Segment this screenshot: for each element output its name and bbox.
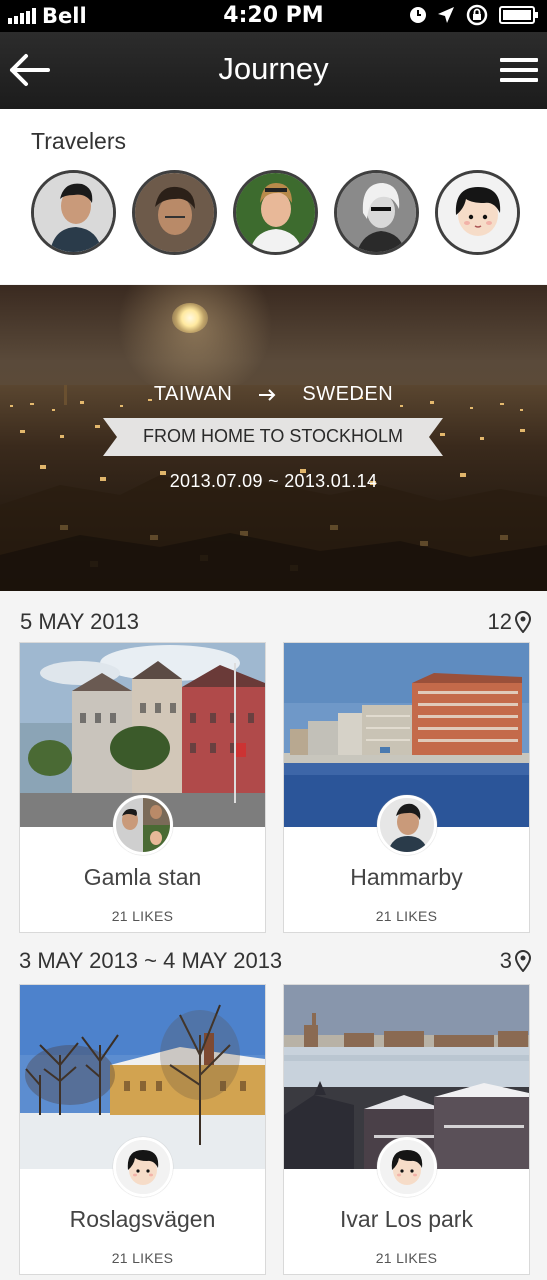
place-card[interactable]: Gamla stan 21 LIKES [19, 642, 266, 933]
travelers-section: Travelers [0, 109, 547, 284]
section-date: 5 MAY 2013 [20, 609, 140, 634]
section-date: 3 MAY 2013 ~ 4 MAY 2013 [19, 948, 283, 973]
contributor-avatar[interactable] [113, 1137, 173, 1197]
traveler-avatar-3[interactable] [233, 170, 318, 255]
traveler-avatar-2[interactable] [132, 170, 217, 255]
battery-icon [499, 6, 538, 24]
place-name: Roslagsvägen [69, 1206, 216, 1232]
map-pin-icon [515, 611, 531, 633]
plane-icon [259, 388, 276, 401]
contributor-avatar[interactable] [377, 795, 437, 855]
person-photo-icon [34, 173, 113, 252]
person-photo-icon [380, 798, 434, 852]
traveler-avatar-4[interactable] [334, 170, 419, 255]
place-count-value: 12 [487, 609, 512, 634]
contributor-avatar[interactable] [377, 1137, 437, 1197]
place-card[interactable]: Roslagsvägen 21 LIKES [19, 984, 266, 1275]
person-photo-icon [337, 173, 416, 252]
status-right [409, 4, 539, 26]
place-name: Hammarby [350, 864, 463, 890]
place-likes[interactable]: 21 LIKES [20, 908, 265, 924]
map-pin-icon [515, 950, 531, 972]
rotation-lock-icon [466, 4, 488, 26]
clock-icon [410, 7, 426, 23]
hamburger-menu-icon[interactable] [500, 58, 538, 82]
contributor-avatar[interactable] [113, 795, 173, 855]
route-origin: TAIWAN [153, 383, 233, 405]
cartoon-avatar-icon [116, 1140, 170, 1194]
travelers-heading: Travelers [31, 128, 126, 154]
place-card[interactable]: Ivar Los park 21 LIKES [283, 984, 530, 1275]
journey-title-ribbon: FROM HOME TO STOCKHOLM [103, 418, 443, 456]
place-likes[interactable]: 21 LIKES [284, 908, 529, 924]
travelers-avatar-row [31, 170, 520, 255]
day-section-header: 5 MAY 2013 12 [0, 591, 547, 641]
status-bar: Bell 4:20 PM [0, 0, 547, 32]
location-arrow-icon [438, 7, 454, 23]
cartoon-avatar-icon [380, 1140, 434, 1194]
moon-icon [172, 303, 208, 333]
place-likes[interactable]: 21 LIKES [284, 1250, 529, 1266]
moon-glow [110, 285, 280, 395]
place-name: Ivar Los park [340, 1206, 473, 1232]
person-photo-icon [135, 173, 214, 252]
place-count: 3 [500, 948, 531, 974]
journey-title: FROM HOME TO STOCKHOLM [142, 426, 404, 446]
place-likes[interactable]: 21 LIKES [20, 1250, 265, 1266]
page-title: Journey [218, 51, 329, 86]
day-section-header: 3 MAY 2013 ~ 4 MAY 2013 3 [0, 933, 547, 983]
traveler-avatar-1[interactable] [31, 170, 116, 255]
place-card[interactable]: Hammarby 21 LIKES [283, 642, 530, 933]
cartoon-avatar-icon [438, 173, 517, 252]
navigation-bar: Journey [0, 32, 547, 109]
place-count-value: 3 [499, 948, 512, 973]
journey-cover[interactable]: TAIWAN SWEDEN FROM HOME TO STOCKHOLM 201… [0, 285, 547, 591]
group-avatar-icon [116, 798, 170, 852]
journey-dates: 2013.07.09 ~ 2013.01.14 [169, 471, 378, 491]
route-line: TAIWAN SWEDEN [0, 383, 547, 406]
traveler-avatar-5[interactable] [435, 170, 520, 255]
person-photo-icon [236, 173, 315, 252]
place-name: Gamla stan [83, 864, 202, 890]
place-count: 12 [488, 609, 531, 635]
route-destination: SWEDEN [302, 383, 394, 405]
